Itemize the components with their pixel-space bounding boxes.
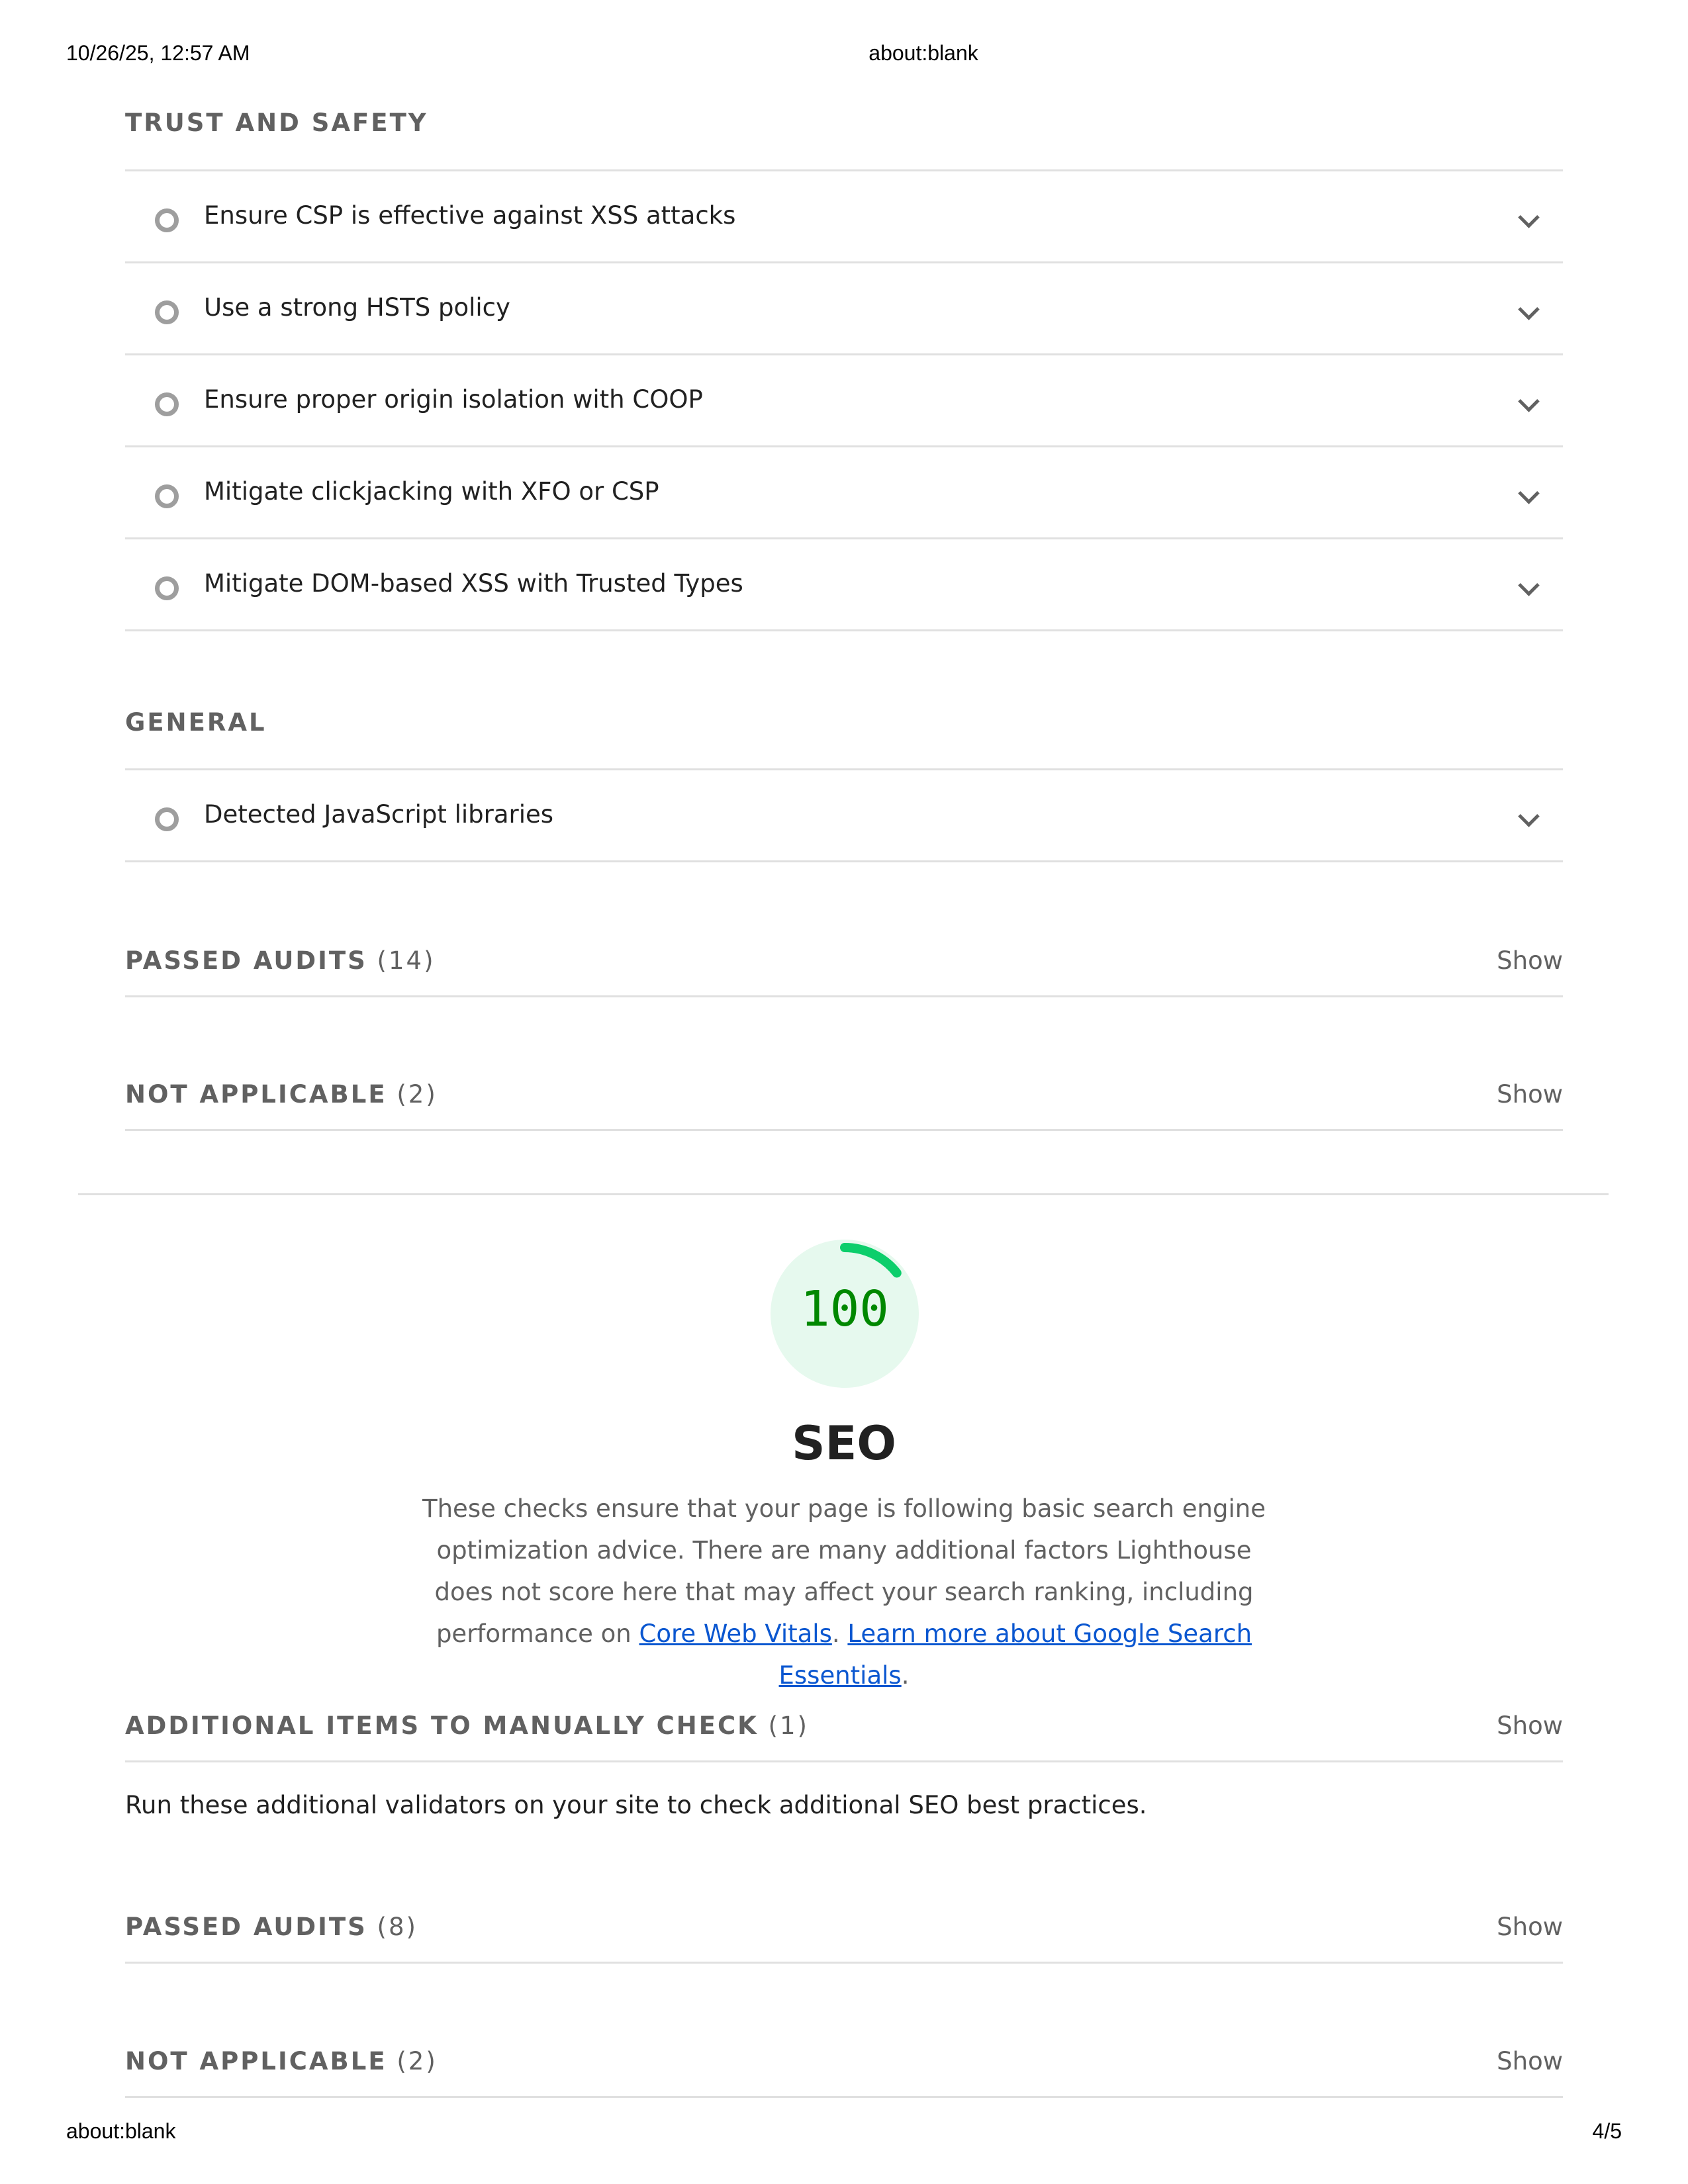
chevron-down-icon[interactable] (1518, 390, 1540, 412)
audit-hsts[interactable]: Use a strong HSTS policy (125, 263, 1563, 355)
audit-label: Mitigate DOM-based XSS with Trusted Type… (204, 569, 743, 598)
audit-status-icon (155, 208, 179, 232)
bp-passed-audits[interactable]: PASSED AUDITS (14) Show (125, 927, 1563, 997)
audit-csp-xss[interactable]: Ensure CSP is effective against XSS atta… (125, 171, 1563, 263)
general-list: Detected JavaScript libraries (125, 768, 1563, 862)
seo-passed-audits[interactable]: PASSED AUDITS (8) Show (125, 1893, 1563, 1964)
audit-coop[interactable]: Ensure proper origin isolation with COOP (125, 355, 1563, 447)
audit-label: Mitigate clickjacking with XFO or CSP (204, 477, 659, 506)
audit-js-libraries[interactable]: Detected JavaScript libraries (125, 770, 1563, 862)
category-description: These checks ensure that your page is fo… (410, 1488, 1278, 1696)
general-title: GENERAL (125, 708, 267, 737)
seo-score-value: 100 (800, 1281, 889, 1338)
search-essentials-link[interactable]: Learn more about Google Search Essential… (779, 1619, 1252, 1690)
show-toggle[interactable]: Show (1497, 1711, 1563, 1740)
chevron-down-icon[interactable] (1518, 298, 1540, 320)
collapsible-label: PASSED AUDITS (8) (125, 1913, 418, 1941)
category-divider (78, 1193, 1609, 1195)
core-web-vitals-link[interactable]: Core Web Vitals (639, 1619, 832, 1648)
audit-status-icon (155, 484, 179, 508)
collapsible-label: PASSED AUDITS (14) (125, 946, 436, 975)
print-header: 10/26/25, 12:57 AM about:blank (0, 41, 1688, 70)
show-toggle[interactable]: Show (1497, 1080, 1563, 1109)
trust-safety-title: TRUST AND SAFETY (125, 109, 428, 137)
audit-status-icon (155, 576, 179, 600)
audit-label: Ensure proper origin isolation with COOP (204, 385, 703, 414)
chevron-down-icon[interactable] (1518, 574, 1540, 596)
audit-trusted-types[interactable]: Mitigate DOM-based XSS with Trusted Type… (125, 539, 1563, 631)
audit-status-icon (155, 392, 179, 416)
show-toggle[interactable]: Show (1497, 946, 1563, 975)
audit-status-icon (155, 807, 179, 831)
period: . (901, 1661, 910, 1690)
separator: . (831, 1619, 840, 1648)
print-footer: about:blank 4/5 (0, 2119, 1688, 2148)
audit-label: Ensure CSP is effective against XSS atta… (204, 201, 736, 230)
collapsible-label: NOT APPLICABLE (2) (125, 2047, 438, 2075)
collapsible-label: NOT APPLICABLE (2) (125, 1080, 438, 1109)
trust-safety-list: Ensure CSP is effective against XSS atta… (125, 169, 1563, 631)
audit-clickjacking[interactable]: Mitigate clickjacking with XFO or CSP (125, 447, 1563, 539)
show-toggle[interactable]: Show (1497, 2047, 1563, 2075)
audit-status-icon (155, 300, 179, 324)
chevron-down-icon[interactable] (1518, 805, 1540, 827)
footer-url: about:blank (66, 2119, 176, 2143)
manual-check-description: Run these additional validators on your … (125, 1791, 1147, 1819)
chevron-down-icon[interactable] (1518, 206, 1540, 228)
page-number: 4/5 (1592, 2119, 1622, 2143)
chevron-down-icon[interactable] (1518, 482, 1540, 504)
print-url: about:blank (868, 41, 978, 65)
seo-manual-checks[interactable]: ADDITIONAL ITEMS TO MANUALLY CHECK (1) S… (125, 1692, 1563, 1762)
category-title: SEO (792, 1416, 896, 1471)
collapsible-label: ADDITIONAL ITEMS TO MANUALLY CHECK (1) (125, 1711, 809, 1740)
bp-not-applicable[interactable]: NOT APPLICABLE (2) Show (125, 1060, 1563, 1131)
audit-label: Use a strong HSTS policy (204, 293, 510, 322)
audit-label: Detected JavaScript libraries (204, 800, 554, 829)
seo-not-applicable[interactable]: NOT APPLICABLE (2) Show (125, 2027, 1563, 2098)
print-datetime: 10/26/25, 12:57 AM (66, 41, 250, 65)
show-toggle[interactable]: Show (1497, 1913, 1563, 1941)
